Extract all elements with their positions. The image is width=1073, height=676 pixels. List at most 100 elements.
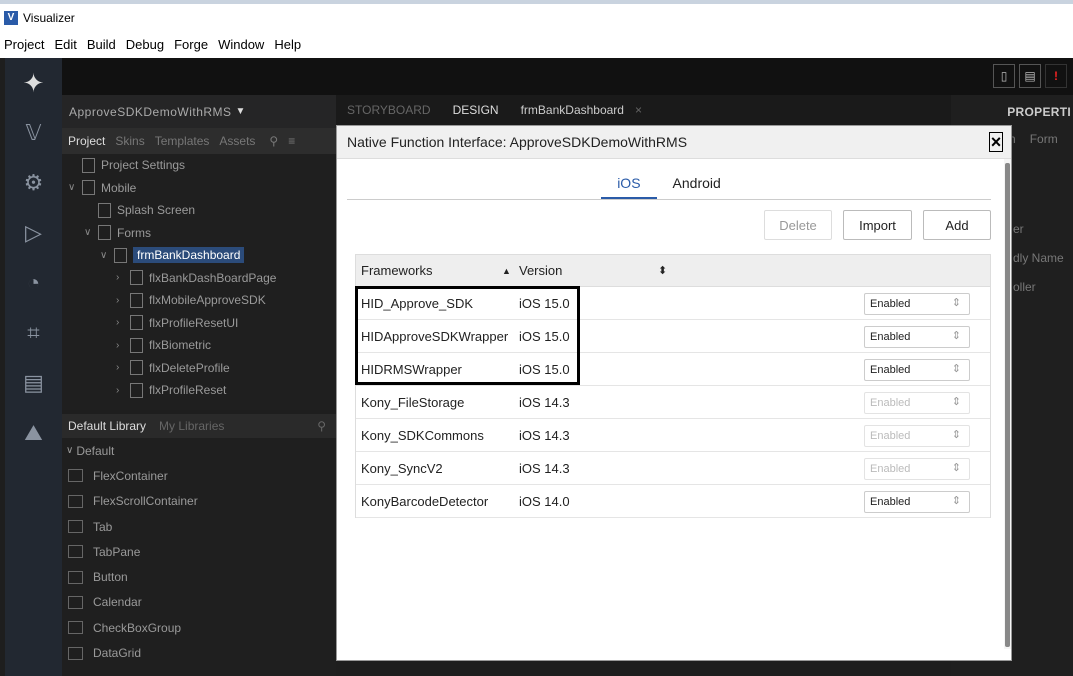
column-version[interactable]: Version <box>519 263 562 278</box>
library-item[interactable]: Calendar <box>62 590 336 615</box>
library-group[interactable]: ∨ Default <box>62 438 336 463</box>
tree-item[interactable]: ∨ Forms <box>62 222 336 245</box>
library-item[interactable]: FlexContainer <box>62 463 336 488</box>
tree-item[interactable]: › flxMobileApproveSDK <box>62 289 336 312</box>
tree-item[interactable]: ∨ frmBankDashboard <box>62 244 336 267</box>
sort-asc-icon[interactable]: ▲ <box>502 266 511 276</box>
status-select[interactable]: Enabled ⇕ <box>864 392 970 414</box>
tab-storyboard[interactable]: STORYBOARD <box>336 103 442 117</box>
widget-icon <box>98 225 111 241</box>
status-value: Enabled <box>870 298 911 310</box>
library-item[interactable]: DataGrid <box>62 640 336 665</box>
chevron-down-icon[interactable]: ∨ <box>84 227 98 238</box>
library-item[interactable]: CheckBoxGroup <box>62 615 336 640</box>
status-select[interactable]: Enabled ⇕ <box>864 359 970 381</box>
tab-project[interactable]: Project <box>68 134 105 148</box>
close-tab-icon[interactable]: × <box>635 103 642 117</box>
chevron-right-icon[interactable]: › <box>116 385 130 396</box>
widget-icon <box>82 180 95 196</box>
search-icon[interactable]: ⚲ <box>269 134 278 148</box>
tree-item[interactable]: › flxBankDashBoardPage <box>62 267 336 290</box>
chevron-right-icon[interactable]: › <box>116 317 130 328</box>
tree-item-label: Mobile <box>101 180 137 195</box>
table-row[interactable]: KonyBarcodeDetector iOS 14.0 Enabled ⇕ <box>356 485 990 518</box>
library-item-label: CheckBoxGroup <box>93 620 182 635</box>
library-item[interactable]: Tab <box>62 514 336 539</box>
clipboard-icon[interactable]: ▤ <box>1019 64 1041 88</box>
scrollbar-thumb[interactable] <box>1005 163 1010 647</box>
status-select[interactable]: Enabled ⇕ <box>864 491 970 513</box>
tab-skins[interactable]: Skins <box>115 134 144 148</box>
tab-android[interactable]: Android <box>657 170 737 199</box>
widget-icon <box>68 494 83 508</box>
table-row[interactable]: Kony_SDKCommons iOS 14.3 Enabled ⇕ <box>356 419 990 452</box>
menu-window[interactable]: Window <box>213 37 269 52</box>
document-icon[interactable]: ▤ <box>5 358 62 408</box>
status-select[interactable]: Enabled ⇕ <box>864 326 970 348</box>
chevron-right-icon[interactable]: › <box>116 340 130 351</box>
tree-item[interactable]: ∨ Mobile <box>62 177 336 200</box>
tab-my-libraries[interactable]: My Libraries <box>159 419 224 433</box>
tree-item[interactable]: › flxDeleteProfile <box>62 357 336 380</box>
device-icon[interactable]: ▯ <box>993 64 1015 88</box>
tree-item[interactable]: › flxProfileResetUI <box>62 312 336 335</box>
tree-item[interactable]: Project Settings <box>62 154 336 177</box>
tree-item-label: flxProfileReset <box>149 383 227 398</box>
library-item[interactable]: FlexScrollContainer <box>62 489 336 514</box>
library-search-icon[interactable]: ⚲ <box>317 419 326 433</box>
mountain-icon[interactable]: ⛰ <box>5 408 62 458</box>
status-select[interactable]: Enabled ⇕ <box>864 425 970 447</box>
status-select[interactable]: Enabled ⇕ <box>864 458 970 480</box>
menu-forge[interactable]: Forge <box>169 37 213 52</box>
menu-build[interactable]: Build <box>82 37 121 52</box>
tree-item[interactable]: › flxBiometric <box>62 334 336 357</box>
rp-tab-form[interactable]: Form <box>1030 132 1058 146</box>
tab-templates[interactable]: Templates <box>155 134 210 148</box>
close-icon[interactable]: × <box>989 132 1003 152</box>
library-item[interactable]: Button <box>62 564 336 589</box>
dialog-title: Native Function Interface: ApproveSDKDem… <box>337 126 1011 159</box>
chevron-right-icon[interactable]: › <box>116 362 130 373</box>
select-arrows-icon: ⇕ <box>951 462 961 474</box>
tab-design[interactable]: DESIGN <box>442 103 510 117</box>
tree-item[interactable]: › flxProfileReset <box>62 379 336 402</box>
library-group-label: Default <box>76 443 115 458</box>
table-row[interactable]: Kony_FileStorage iOS 14.3 Enabled ⇕ <box>356 386 990 419</box>
chevron-right-icon[interactable]: › <box>116 272 130 283</box>
menu-help[interactable]: Help <box>269 37 306 52</box>
column-frameworks[interactable]: Frameworks <box>361 263 433 278</box>
gauge-icon[interactable]: ◔ <box>5 258 62 308</box>
visualizer-icon[interactable]: 𝕍 <box>5 108 62 158</box>
alert-icon[interactable]: ! <box>1045 64 1067 88</box>
project-name-header[interactable]: ApproveSDKDemoWithRMS ▼ <box>62 95 336 128</box>
tab-assets[interactable]: Assets <box>219 134 255 148</box>
chevron-down-icon: ▼ <box>235 106 246 117</box>
tab-default-library[interactable]: Default Library <box>68 419 146 433</box>
select-arrows-icon: ⇕ <box>951 495 961 507</box>
menu-debug[interactable]: Debug <box>121 37 169 52</box>
tab-form[interactable]: frmBankDashboard <box>510 103 635 117</box>
chevron-down-icon[interactable]: ∨ <box>68 182 82 193</box>
tab-ios[interactable]: iOS <box>601 170 657 199</box>
import-button[interactable]: Import <box>843 210 912 240</box>
menu-project[interactable]: Project <box>0 37 49 52</box>
table-row[interactable]: Kony_SyncV2 iOS 14.3 Enabled ⇕ <box>356 452 990 485</box>
chevron-right-icon[interactable]: › <box>116 295 130 306</box>
delete-button[interactable]: Delete <box>764 210 832 240</box>
nav-rail: ✦ 𝕍 ⚙ ▷ ◔ ⌗ ▤ ⛰ <box>5 58 62 676</box>
library-item[interactable]: TabPane <box>62 539 336 564</box>
widget-library: ∨ Default FlexContainer FlexScrollContain… <box>62 438 336 676</box>
sort-toggle-icon[interactable]: ⬍ <box>658 264 667 277</box>
play-icon[interactable]: ▷ <box>5 208 62 258</box>
chevron-down-icon[interactable]: ∨ <box>100 250 114 261</box>
menu-edit[interactable]: Edit <box>49 37 81 52</box>
dialog-scrollbar[interactable] <box>1004 159 1011 649</box>
globe-icon[interactable]: ✦ <box>5 58 62 108</box>
tree-item[interactable]: Splash Screen <box>62 199 336 222</box>
add-button[interactable]: Add <box>923 210 991 240</box>
status-select[interactable]: Enabled ⇕ <box>864 293 970 315</box>
settings-gear-icon[interactable]: ⚙ <box>5 158 62 208</box>
menu-icon[interactable]: ≡ <box>288 134 295 148</box>
components-icon[interactable]: ⌗ <box>5 308 62 358</box>
widget-icon <box>68 646 83 660</box>
